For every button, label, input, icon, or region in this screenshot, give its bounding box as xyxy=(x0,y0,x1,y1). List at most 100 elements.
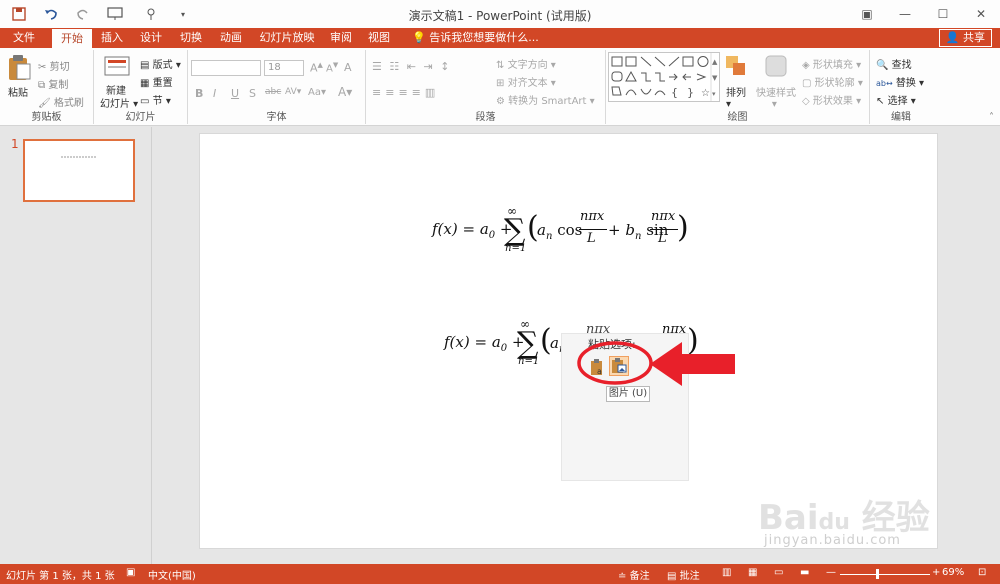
normal-view-icon[interactable]: ▥ xyxy=(722,567,731,578)
svg-text:▲: ▲ xyxy=(712,58,718,66)
zoom-in-button[interactable]: + xyxy=(932,567,940,578)
tab-slideshow[interactable]: 幻灯片放映 xyxy=(254,28,320,48)
watermark-logo: Baidu 经验 xyxy=(758,498,930,538)
collapse-ribbon-icon[interactable]: ˄ xyxy=(989,112,994,123)
svg-text:{: { xyxy=(671,86,678,99)
zoom-level[interactable]: 69% xyxy=(942,567,964,578)
align-center-icon: ≡ xyxy=(385,86,399,99)
grow-font-button[interactable]: A▲ xyxy=(310,61,323,75)
comments-button[interactable]: ▤ 批注 xyxy=(667,567,700,582)
shape-outline-button[interactable]: ▢ 形状轮廓 ▾ xyxy=(802,74,863,89)
tell-me-box[interactable]: 💡 告诉我您想要做什么... xyxy=(412,28,539,48)
smartart-icon: ⚙ xyxy=(496,96,505,107)
shape-effects-button[interactable]: ◇ 形状效果 ▾ xyxy=(802,92,861,107)
slideshow-icon[interactable]: ▬ xyxy=(800,567,809,578)
zoom-out-button[interactable]: — xyxy=(826,567,836,578)
underline-button[interactable]: U xyxy=(231,87,239,100)
tell-me-text: 告诉我您想要做什么... xyxy=(429,31,539,44)
annotation-overlay xyxy=(577,341,735,386)
maximize-icon[interactable]: ☐ xyxy=(924,0,962,28)
paste-icon[interactable] xyxy=(6,54,32,80)
svg-text:}: } xyxy=(687,86,694,99)
change-case-button[interactable]: Aa▾ xyxy=(308,87,326,98)
fill-icon: ◈ xyxy=(802,60,810,71)
equation-2[interactable]: f(x) = a0 + xyxy=(444,333,525,354)
reset-button[interactable]: ▦ 重置 xyxy=(140,74,173,89)
quick-styles-button[interactable]: 快速样式 ▾ xyxy=(756,84,796,110)
reading-view-icon[interactable]: ▭ xyxy=(774,567,783,578)
section-button[interactable]: ▭ 节 ▾ xyxy=(140,92,171,107)
share-button[interactable]: 👤 共享 xyxy=(938,29,992,47)
share-label: 共享 xyxy=(963,31,985,44)
replace-button[interactable]: ab↔ 替换 ▾ xyxy=(876,74,924,89)
notes-button[interactable]: ≐ 备注 xyxy=(618,567,650,582)
font-group: 18 A▲ A▼ A B I U S abc AV▾ Aa▾ A▾ 字体 xyxy=(188,50,366,124)
replace-icon: ab↔ xyxy=(876,79,893,88)
restore-ribbon-icon[interactable]: ▣ xyxy=(848,0,886,28)
select-button[interactable]: ↖ 选择 ▾ xyxy=(876,92,916,107)
spellcheck-icon[interactable]: ▣ xyxy=(126,567,135,578)
eq1-frac2-num: nπx xyxy=(651,209,676,224)
tab-view[interactable]: 视图 xyxy=(362,28,396,48)
eq1-right-paren: ) xyxy=(677,210,689,245)
close-icon[interactable]: ✕ xyxy=(962,0,1000,28)
slide-thumbnail-pane: 1 xyxy=(0,127,152,564)
format-painter-button[interactable]: 🖌 格式刷 xyxy=(38,94,84,109)
slide-sorter-icon[interactable]: ▦ xyxy=(748,567,757,578)
clipboard-label: 剪贴板 xyxy=(31,112,62,123)
shadow-button[interactable]: S xyxy=(249,87,256,100)
paste-button[interactable]: 粘贴 xyxy=(8,84,28,99)
layout-button[interactable]: ▤ 版式 ▾ xyxy=(140,56,181,71)
arrange-button[interactable]: 排列 ▾ xyxy=(726,84,746,110)
slides-group: 新建 幻灯片 ▾ ▤ 版式 ▾ ▦ 重置 ▭ 节 ▾ 幻灯片 xyxy=(94,50,188,124)
tab-review[interactable]: 审阅 xyxy=(324,28,358,48)
eq1-sum-lower: n=1 xyxy=(505,243,527,254)
quick-styles-icon[interactable] xyxy=(764,54,788,81)
font-name-combo[interactable] xyxy=(191,60,261,76)
char-spacing-button[interactable]: AV▾ xyxy=(285,87,301,97)
tab-transitions[interactable]: 切换 xyxy=(174,28,208,48)
tab-file[interactable]: 文件 xyxy=(0,28,48,48)
drawing-label: 绘图 xyxy=(727,112,748,123)
shapes-gallery[interactable]: { } ☆ ▲ ▼ ▾ xyxy=(608,52,720,102)
eq1-frac2-den: L xyxy=(658,231,667,246)
convert-smartart-button[interactable]: ⚙ 转换为 SmartArt ▾ xyxy=(496,92,595,107)
arrange-icon[interactable] xyxy=(724,54,748,81)
editing-group: 🔍 查找 ab↔ 替换 ▾ ↖ 选择 ▾ 编辑 xyxy=(870,50,932,124)
thumbnail-number: 1 xyxy=(11,137,19,151)
svg-text:▾: ▾ xyxy=(712,90,716,98)
outline-icon: ▢ xyxy=(802,78,812,89)
align-text-button[interactable]: ⊞ 对齐文本 ▾ xyxy=(496,74,556,89)
tab-home[interactable]: 开始 xyxy=(52,28,92,48)
section-icon: ▭ xyxy=(140,96,150,107)
font-color-button[interactable]: A▾ xyxy=(338,85,352,99)
text-direction-button[interactable]: ⇅ 文字方向 ▾ xyxy=(496,56,556,71)
clear-format-button[interactable]: A xyxy=(344,61,352,74)
list-buttons[interactable]: ☰ ☷ ⇤ ⇥ ↕ xyxy=(372,60,451,73)
tab-design[interactable]: 设计 xyxy=(134,28,168,48)
title-bar: ▾ 演示文稿1 - PowerPoint (试用版) ▣ — ☐ ✕ xyxy=(0,0,1000,28)
italic-button[interactable]: I xyxy=(213,87,216,100)
bold-button[interactable]: B xyxy=(195,87,203,100)
align-buttons[interactable]: ≡≡≡≡▥ xyxy=(372,86,439,99)
find-button[interactable]: 🔍 查找 xyxy=(876,56,912,71)
equation-1[interactable]: f(x) = a0 + xyxy=(432,220,513,241)
minimize-icon[interactable]: — xyxy=(886,0,924,28)
new-slide-icon[interactable] xyxy=(104,56,130,82)
zoom-slider-track[interactable] xyxy=(840,574,930,575)
tab-insert[interactable]: 插入 xyxy=(95,28,129,48)
strikethrough-button[interactable]: abc xyxy=(265,87,281,97)
cut-button[interactable]: ✂ 剪切 xyxy=(38,58,70,73)
watermark-url: jingyan.baidu.com xyxy=(764,533,901,548)
slide-thumbnail[interactable] xyxy=(23,139,135,202)
font-size-combo[interactable]: 18 xyxy=(264,60,304,76)
shape-fill-button[interactable]: ◈ 形状填充 ▾ xyxy=(802,56,861,71)
shrink-font-button[interactable]: A▼ xyxy=(326,61,338,74)
copy-button[interactable]: ⧉ 复制 xyxy=(38,76,68,91)
language-indicator[interactable]: 中文(中国) xyxy=(148,567,196,582)
tab-animations[interactable]: 动画 xyxy=(214,28,248,48)
zoom-slider-thumb[interactable] xyxy=(876,569,879,579)
reset-icon: ▦ xyxy=(140,78,150,89)
notes-icon: ≐ xyxy=(618,571,627,582)
fit-slide-icon[interactable]: ⊡ xyxy=(978,567,986,578)
